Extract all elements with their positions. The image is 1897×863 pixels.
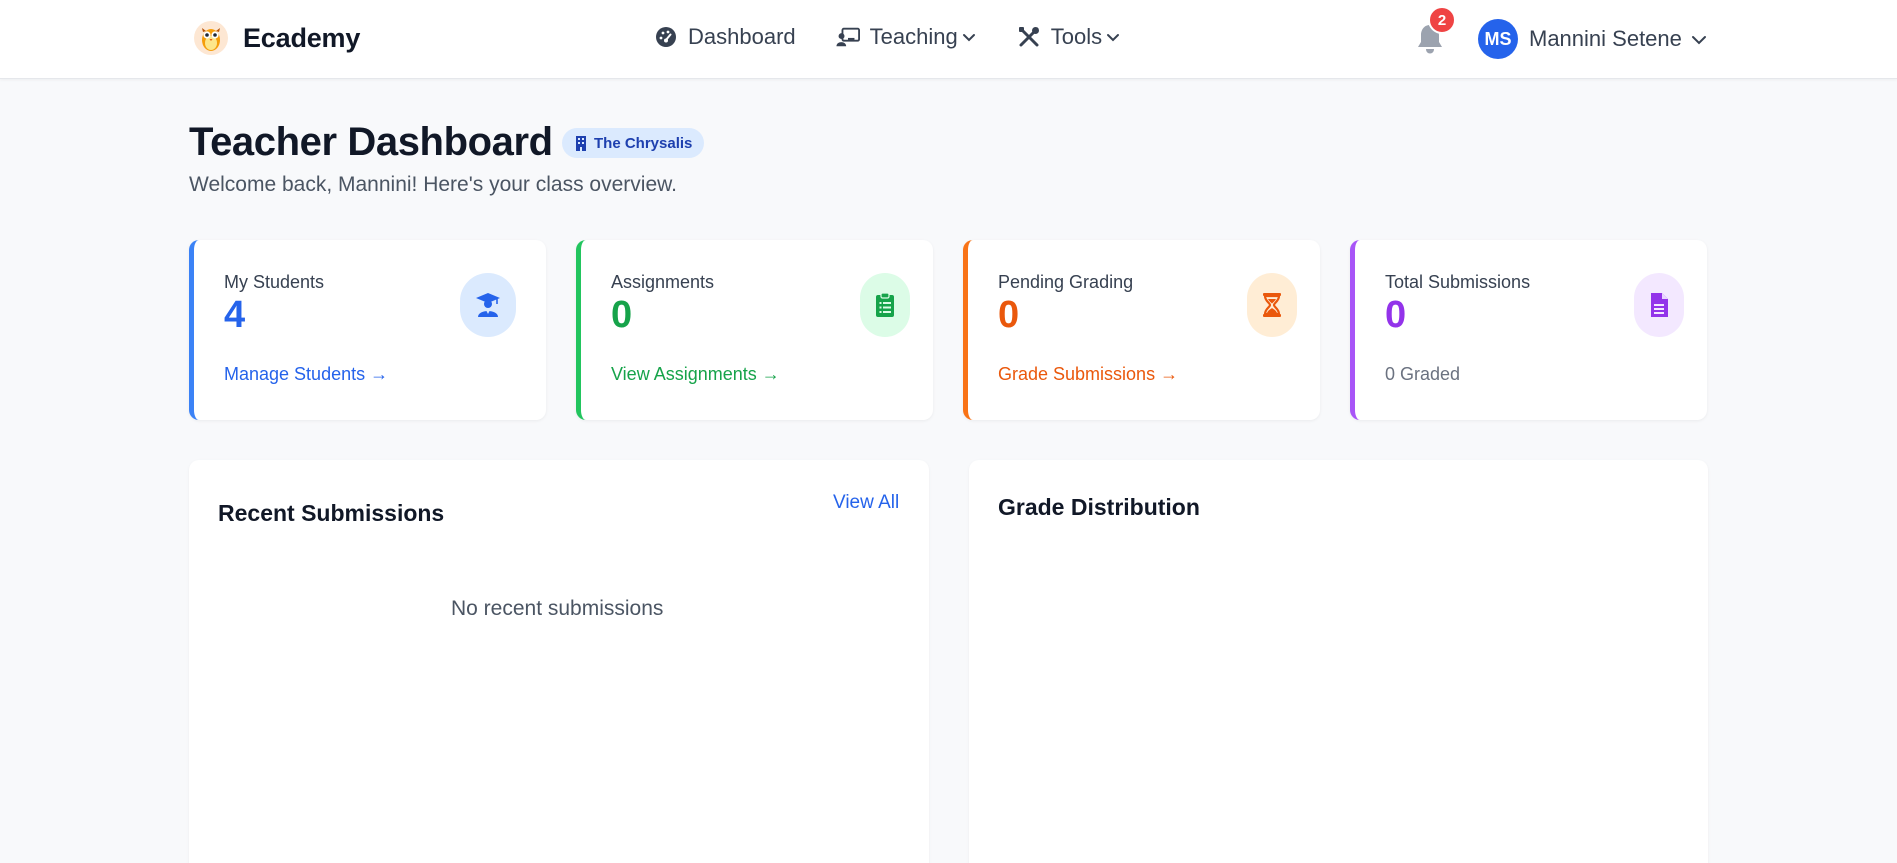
top-navbar: Ecademy Dashboard Teaching Tools 2 MS Ma…: [0, 0, 1897, 79]
stat-label: Pending Grading: [998, 272, 1134, 292]
nav-dashboard[interactable]: Dashboard: [654, 24, 796, 50]
stat-card-students: My Students 4 Manage Students →: [189, 240, 546, 420]
brand-name: Ecademy: [243, 22, 361, 53]
nav-dashboard-label: Dashboard: [688, 24, 796, 49]
document-icon: [1634, 273, 1684, 337]
page-title: Teacher Dashboard: [189, 120, 553, 164]
nav-tools[interactable]: Tools: [1017, 24, 1121, 50]
nav-tools-label: Tools: [1050, 24, 1103, 49]
stat-value: 0: [1385, 294, 1407, 336]
grade-distribution-title: Grade Distribution: [998, 494, 1200, 520]
gauge-icon: [654, 25, 678, 49]
stat-value: 0: [611, 294, 633, 336]
graded-count: 0 Graded: [1385, 364, 1461, 384]
hourglass-icon: [1247, 273, 1297, 337]
building-icon: [574, 135, 588, 151]
recent-submissions-title: Recent Submissions: [218, 500, 445, 526]
owl-logo-icon: [193, 20, 229, 56]
stat-label: My Students: [224, 272, 325, 292]
brand[interactable]: Ecademy: [193, 20, 360, 56]
school-badge: The Chrysalis: [562, 128, 705, 158]
view-assignments-link[interactable]: View Assignments →: [611, 364, 780, 385]
chalkboard-teacher-icon: [836, 25, 860, 49]
nav-teaching[interactable]: Teaching: [836, 24, 977, 50]
stat-card-total-submissions: Total Submissions 0 0 Graded: [1350, 240, 1707, 420]
tools-icon: [1017, 25, 1041, 49]
chevron-down-icon: [961, 29, 977, 45]
grade-submissions-link[interactable]: Grade Submissions →: [998, 364, 1178, 385]
chevron-down-icon: [1690, 30, 1708, 48]
nav-teaching-label: Teaching: [869, 24, 958, 49]
graduate-icon: [460, 273, 516, 337]
chevron-down-icon: [1105, 29, 1121, 45]
user-name: Mannini Setene: [1529, 26, 1682, 51]
stat-card-assignments: Assignments 0 View Assignments →: [576, 240, 933, 420]
avatar: MS: [1478, 19, 1518, 59]
user-menu[interactable]: MS Mannini Setene: [1478, 19, 1708, 59]
stat-value: 0: [998, 294, 1020, 336]
stat-label: Total Submissions: [1385, 272, 1531, 292]
stat-value: 4: [224, 294, 246, 336]
view-all-link[interactable]: View All: [833, 492, 899, 514]
clipboard-icon: [860, 273, 910, 337]
welcome-subtitle: Welcome back, Mannini! Here's your class…: [189, 173, 677, 196]
stat-card-pending-grading: Pending Grading 0 Grade Submissions →: [963, 240, 1320, 420]
notification-count-badge: 2: [1428, 6, 1456, 34]
school-name: The Chrysalis: [594, 134, 693, 152]
manage-students-link[interactable]: Manage Students →: [224, 364, 388, 385]
grade-distribution-panel: Grade Distribution: [969, 460, 1708, 863]
bell-icon: [1415, 25, 1445, 60]
empty-state-text: No recent submissions: [451, 597, 664, 620]
main-nav: Dashboard Teaching Tools: [654, 24, 1161, 50]
recent-submissions-panel: Recent Submissions View All No recent su…: [189, 460, 929, 863]
stat-label: Assignments: [611, 272, 715, 292]
